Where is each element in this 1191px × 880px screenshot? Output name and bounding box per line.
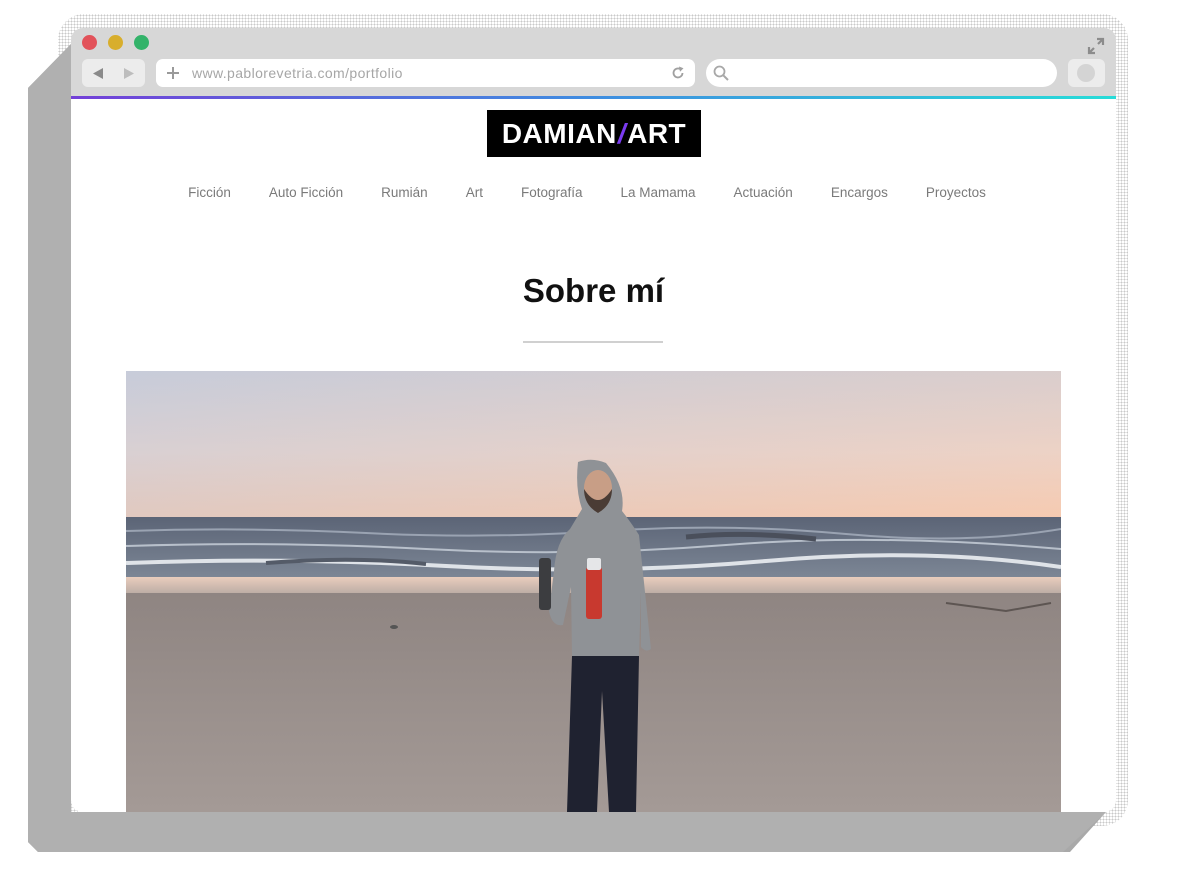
nav-item-encargos[interactable]: Encargos xyxy=(831,185,888,205)
expand-icon[interactable] xyxy=(1087,37,1105,55)
history-buttons xyxy=(82,59,145,87)
site-logo[interactable]: DAMIAN / ART xyxy=(487,110,701,157)
page-title: Sobre mí xyxy=(522,272,665,309)
nav-item-ficcion[interactable]: Ficción xyxy=(188,185,231,205)
title-divider xyxy=(523,341,663,343)
extension-icon xyxy=(1077,64,1095,82)
logo-slash: / xyxy=(617,117,627,149)
plus-icon[interactable] xyxy=(166,66,180,80)
logo-text-right: ART xyxy=(627,117,687,149)
extension-button[interactable] xyxy=(1068,59,1105,87)
accent-gradient-line xyxy=(71,96,1116,99)
search-input[interactable] xyxy=(706,59,1057,87)
site-navigation: Ficción Auto Ficción Rumián Art Fotograf… xyxy=(71,185,1116,205)
minimize-window-button[interactable] xyxy=(108,35,123,50)
nav-item-auto-ficcion[interactable]: Auto Ficción xyxy=(269,185,343,205)
reload-icon[interactable] xyxy=(671,66,685,80)
close-window-button[interactable] xyxy=(82,35,97,50)
nav-item-rumian[interactable]: Rumián xyxy=(381,185,428,205)
nav-item-la-mamama[interactable]: La Mamama xyxy=(621,185,696,205)
browser-chrome: www.pablorevetria.com/portfolio xyxy=(71,28,1116,96)
search-icon xyxy=(713,65,729,81)
maximize-window-button[interactable] xyxy=(134,35,149,50)
nav-item-actuacion[interactable]: Actuación xyxy=(734,185,793,205)
logo-text-left: DAMIAN xyxy=(501,117,617,149)
nav-item-art[interactable]: Art xyxy=(466,185,483,205)
forward-arrow-icon[interactable] xyxy=(123,68,134,79)
url-text[interactable]: www.pablorevetria.com/portfolio xyxy=(192,65,403,81)
hero-photo xyxy=(126,371,1061,812)
back-arrow-icon[interactable] xyxy=(93,68,104,79)
nav-item-fotografia[interactable]: Fotografía xyxy=(521,185,583,205)
nav-item-proyectos[interactable]: Proyectos xyxy=(926,185,986,205)
browser-window: www.pablorevetria.com/portfolio DAMIAN /… xyxy=(71,28,1116,812)
address-bar[interactable]: www.pablorevetria.com/portfolio xyxy=(156,59,695,87)
